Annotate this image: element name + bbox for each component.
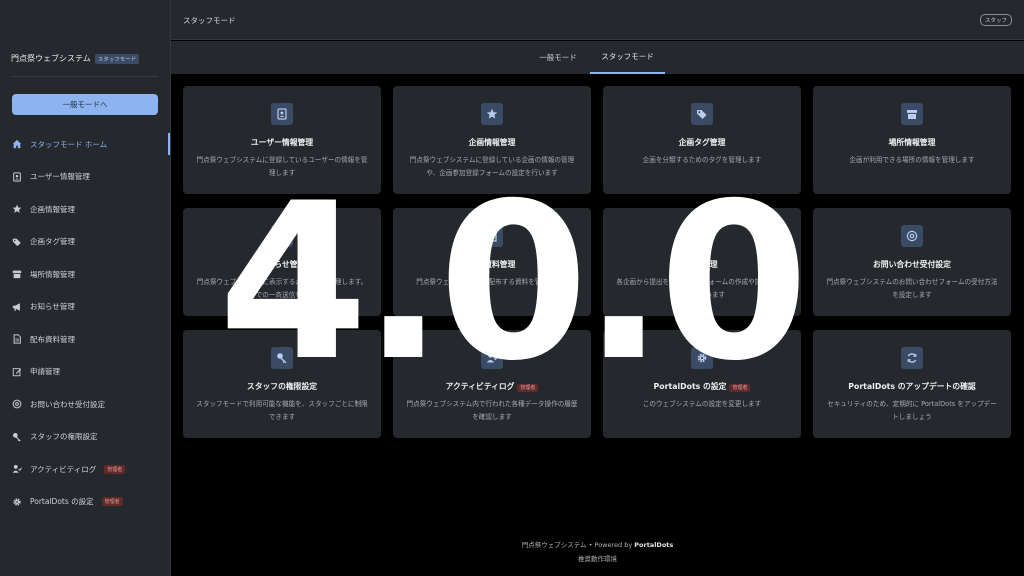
sidebar-item[interactable]: 申請管理 [0,361,170,383]
footer-link-row: 推奨動作環境 [171,553,1024,563]
at-icon [901,225,923,247]
mode-badge: スタッフモード [94,53,140,64]
footer-site: 門点祭ウェブシステム [521,541,587,549]
key-icon [12,432,22,442]
card-title: 企画情報管理 [393,137,591,148]
card-title-text: 場所情報管理 [888,138,936,147]
card-description: 企画が利用できる場所の情報を管理します [849,156,975,164]
sidebar-item[interactable]: 場所情報管理 [0,263,170,285]
staff-badge: スタッフ [979,14,1012,26]
user-activity-icon [12,464,22,474]
brand[interactable]: 門点祭ウェブシステム スタッフモード [11,53,140,64]
admin-badge: 管理者 [101,497,123,506]
footer-powered: • Powered by [588,541,633,549]
gear-icon [12,497,22,507]
mode-tabs: 一般モード スタッフモード [171,41,1024,74]
sidebar-item[interactable]: ユーザー情報管理 [0,166,170,188]
sidebar-item-label: ユーザー情報管理 [30,172,90,181]
admin-badge: 管理者 [104,464,126,474]
tags-icon [12,237,22,247]
recommended-env-link[interactable]: 推奨動作環境 [578,555,617,563]
sidebar: 門点祭ウェブシステム スタッフモード 一般モードへ スタッフモード ホーム ユーザ… [0,0,171,576]
document-icon [12,334,22,344]
footer-product[interactable]: PortalDots [634,541,673,549]
card-title-text: お問い合わせ受付設定 [873,260,951,269]
tab-staff-mode[interactable]: スタッフモード [590,41,665,74]
tab-general-mode[interactable]: 一般モード [528,41,588,74]
star-icon [481,103,503,125]
general-mode-button[interactable]: 一般モードへ [12,94,158,115]
card-title-text: 企画情報管理 [468,138,516,147]
sidebar-item-label: スタッフの権限設定 [30,432,98,441]
dashboard-card[interactable]: 場所情報管理企画が利用できる場所の情報を管理します [813,86,1011,194]
sidebar-divider [11,76,158,77]
sidebar-item-label: PortalDots の設定 [30,497,94,506]
sidebar-item-label: お問い合わせ受付設定 [30,399,105,409]
brand-title: 門点祭ウェブシステム [11,54,91,63]
dashboard-card[interactable]: お問い合わせ受付設定門点祭ウェブシステムのお問い合わせフォームの受付方法を設定し… [813,208,1011,316]
sidebar-item[interactable]: スタッフの権限設定 [0,426,170,448]
card-title: ユーザー情報管理 [183,137,381,148]
store-icon [901,103,923,125]
sidebar-item[interactable]: お知らせ管理 [0,296,170,318]
card-description: セキュリティのため、定期的に PortalDots をアップデートしましょう [827,400,997,421]
card-title-text: PortalDots のアップデートの確認 [848,382,976,391]
refresh-icon [901,347,923,369]
sidebar-item-label: アクティビティログ [30,464,97,474]
sidebar-item-label: 場所情報管理 [30,269,75,279]
sidebar-item[interactable]: 企画タグ管理 [0,231,170,253]
store-icon [12,269,22,279]
card-title-text: ユーザー情報管理 [250,138,314,147]
contact-card-icon [271,103,293,125]
sidebar-item[interactable]: 企画情報管理 [0,198,170,220]
page-title: スタッフモード [183,16,236,25]
card-title: お問い合わせ受付設定 [813,259,1011,270]
card-title: 場所情報管理 [813,137,1011,148]
contact-card-icon [12,171,22,182]
dashboard-card[interactable]: PortalDots のアップデートの確認セキュリティのため、定期的に Port… [813,330,1011,438]
card-title-text: 企画タグ管理 [678,138,726,147]
sidebar-item[interactable]: 配布資料管理 [0,328,170,350]
card-description: 門点祭ウェブシステムのお問い合わせフォームの受付方法を設定します [826,278,998,299]
megaphone-icon [12,302,22,312]
sidebar-item-label: 配布資料管理 [30,334,75,344]
sidebar-item-label: お知らせ管理 [30,302,75,311]
tags-icon [691,103,713,125]
sidebar-item[interactable]: PortalDots の設定 管理者 [0,491,170,513]
at-icon [12,399,22,409]
sidebar-item[interactable]: アクティビティログ 管理者 [0,458,170,480]
sidebar-item-label: 申請管理 [30,367,60,376]
star-icon [12,204,22,214]
edit-icon [12,367,22,377]
home-icon [12,139,22,149]
sidebar-item[interactable]: お問い合わせ受付設定 [0,393,170,415]
version-overlay: 4.0.0 [218,157,809,408]
sidebar-item-label: スタッフモード ホーム [30,139,108,149]
card-title: 企画タグ管理 [603,137,801,148]
top-header: スタッフモード スタッフ [171,0,1024,40]
card-title: PortalDots のアップデートの確認 [813,381,1011,392]
sidebar-item[interactable]: スタッフモード ホーム [0,133,170,155]
sidebar-item-label: 企画タグ管理 [30,237,75,246]
sidebar-item-label: 企画情報管理 [30,204,75,214]
footer-credit: 門点祭ウェブシステム • Powered by PortalDots [171,539,1024,549]
